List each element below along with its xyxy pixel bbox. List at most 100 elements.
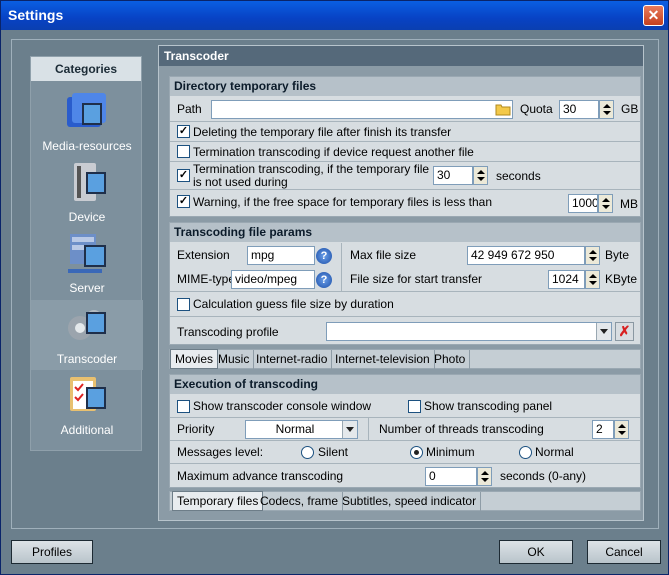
priority-divider bbox=[368, 418, 369, 440]
show-panel-checkbox[interactable] bbox=[408, 400, 421, 413]
console-checkbox[interactable] bbox=[177, 400, 190, 413]
category-label: Transcoder bbox=[56, 352, 118, 366]
extension-input[interactable]: mpg bbox=[247, 246, 315, 265]
category-device[interactable]: Device bbox=[31, 158, 143, 228]
terminate-unused-row: ✓ Termination transcoding, if the tempor… bbox=[170, 161, 640, 189]
quota-label: Quota bbox=[520, 102, 553, 116]
tab-internet-radio[interactable]: Internet-radio bbox=[252, 350, 333, 369]
category-server[interactable]: Server bbox=[31, 229, 143, 299]
tab-internet-television[interactable]: Internet-television bbox=[331, 350, 435, 369]
terminate-unused-spinner[interactable] bbox=[473, 166, 488, 185]
params-group-title: Transcoding file params bbox=[170, 223, 640, 242]
warning-unit: MB bbox=[620, 197, 638, 211]
quota-unit: GB bbox=[621, 102, 639, 116]
media-tabs: Movies Music Internet-radio Internet-tel… bbox=[169, 349, 641, 369]
path-input[interactable] bbox=[211, 100, 513, 119]
max-size-unit: Byte bbox=[605, 248, 630, 262]
start-size-label: File size for start transfer bbox=[350, 272, 483, 286]
tab-codecs-frame[interactable]: Codecs, frame bbox=[256, 492, 344, 511]
params-fields-row: Extension mpg ? MIME-type video/mpeg ? M… bbox=[170, 243, 640, 291]
terminate-unused-label: Termination transcoding, if the temporar… bbox=[193, 162, 430, 189]
media-resources-icon bbox=[67, 93, 106, 127]
messages-normal-radio[interactable] bbox=[519, 446, 532, 459]
terminate-request-row: Termination transcoding if device reques… bbox=[170, 141, 640, 161]
close-button[interactable]: ✕ bbox=[643, 5, 664, 26]
category-transcoder[interactable]: Transcoder bbox=[31, 300, 143, 370]
max-size-input[interactable]: 42 949 672 950 bbox=[467, 246, 585, 265]
category-label: Device bbox=[68, 210, 106, 224]
warning-checkbox[interactable]: ✓ bbox=[177, 195, 190, 208]
additional-icon bbox=[70, 377, 106, 411]
quota-spinner[interactable] bbox=[599, 100, 614, 119]
category-media-resources[interactable]: Media-resources bbox=[31, 87, 143, 157]
quota-input[interactable]: 30 bbox=[559, 100, 599, 119]
messages-label: Messages level: bbox=[177, 445, 264, 459]
profiles-button[interactable]: Profiles bbox=[11, 540, 93, 564]
window-title: Settings bbox=[8, 7, 64, 23]
advance-spinner[interactable] bbox=[477, 467, 492, 486]
warning-input[interactable]: 1000 bbox=[568, 194, 598, 213]
messages-minimum-radio[interactable] bbox=[410, 446, 423, 459]
priority-dropdown-icon[interactable] bbox=[342, 421, 357, 438]
close-icon: ✕ bbox=[647, 7, 660, 23]
bottom-tabs: Temporary files Codecs, frame Subtitles,… bbox=[169, 491, 641, 511]
mime-help-icon[interactable]: ? bbox=[316, 272, 332, 288]
folder-icon[interactable] bbox=[495, 102, 511, 116]
terminate-unused-input[interactable]: 30 bbox=[433, 166, 473, 185]
panel-title: Transcoder bbox=[159, 46, 643, 66]
guess-row: Calculation guess file size by duration bbox=[170, 291, 640, 316]
categories-panel: Categories Media-resources Device Server… bbox=[30, 56, 143, 451]
messages-row: Messages level: Silent Minimum Normal bbox=[170, 440, 640, 463]
warning-row: ✓ Warning, if the free space for tempora… bbox=[170, 189, 640, 217]
profile-row: Transcoding profile ✗ bbox=[170, 316, 640, 345]
ok-button[interactable]: OK bbox=[499, 540, 573, 564]
terminate-request-checkbox[interactable] bbox=[177, 145, 190, 158]
advance-input[interactable]: 0 bbox=[425, 467, 477, 486]
terminate-unused-checkbox[interactable]: ✓ bbox=[177, 169, 190, 182]
categories-title: Categories bbox=[31, 57, 141, 81]
transcoder-panel: Transcoder Directory temporary files Pat… bbox=[158, 45, 644, 521]
profile-select[interactable] bbox=[326, 322, 612, 341]
terminate-unused-unit: seconds bbox=[496, 169, 541, 183]
category-additional[interactable]: Additional bbox=[31, 371, 143, 441]
threads-input[interactable]: 2 bbox=[592, 420, 614, 439]
profile-dropdown-icon[interactable] bbox=[596, 323, 611, 340]
title-bar: Settings ✕ bbox=[1, 1, 668, 30]
params-divider bbox=[341, 243, 342, 291]
delete-row: ✓ Deleting the temporary file after fini… bbox=[170, 121, 640, 141]
settings-window: Settings ✕ Categories Media-resources De… bbox=[0, 0, 669, 575]
console-row: Show transcoder console window Show tran… bbox=[170, 395, 640, 417]
device-icon bbox=[74, 163, 106, 201]
console-label: Show transcoder console window bbox=[193, 399, 372, 413]
messages-minimum-label: Minimum bbox=[426, 445, 475, 459]
category-label: Server bbox=[69, 281, 105, 295]
transcoder-icon bbox=[68, 310, 106, 340]
tab-temporary-files[interactable]: Temporary files bbox=[172, 491, 264, 511]
tab-photo[interactable]: Photo bbox=[430, 350, 471, 369]
tab-music[interactable]: Music bbox=[214, 350, 255, 369]
execution-group-title: Execution of transcoding bbox=[170, 375, 640, 394]
server-icon bbox=[68, 234, 106, 273]
category-label: Additional bbox=[60, 423, 114, 437]
cancel-button[interactable]: Cancel bbox=[587, 540, 661, 564]
delete-checkbox[interactable]: ✓ bbox=[177, 125, 190, 138]
warning-spinner[interactable] bbox=[598, 194, 613, 213]
mime-input[interactable]: video/mpeg bbox=[231, 270, 315, 289]
directory-group-title: Directory temporary files bbox=[170, 77, 640, 96]
max-size-label: Max file size bbox=[350, 248, 417, 262]
threads-spinner[interactable] bbox=[614, 420, 629, 439]
tab-subtitles-speed[interactable]: Subtitles, speed indicator bbox=[338, 492, 482, 511]
start-size-input[interactable]: 1024 bbox=[548, 270, 585, 289]
guess-checkbox[interactable] bbox=[177, 298, 190, 311]
extension-help-icon[interactable]: ? bbox=[316, 248, 332, 264]
profile-delete-icon[interactable]: ✗ bbox=[615, 322, 634, 341]
advance-row: Maximum advance transcoding 0 seconds (0… bbox=[170, 463, 640, 487]
messages-silent-radio[interactable] bbox=[301, 446, 314, 459]
max-size-spinner[interactable] bbox=[585, 246, 600, 265]
messages-normal-label: Normal bbox=[535, 445, 574, 459]
tab-movies[interactable]: Movies bbox=[170, 349, 219, 369]
threads-label: Number of threads transcoding bbox=[379, 422, 544, 436]
start-size-spinner[interactable] bbox=[585, 270, 600, 289]
guess-label: Calculation guess file size by duration bbox=[193, 297, 394, 311]
execution-group: Execution of transcoding Show transcoder… bbox=[169, 374, 641, 488]
